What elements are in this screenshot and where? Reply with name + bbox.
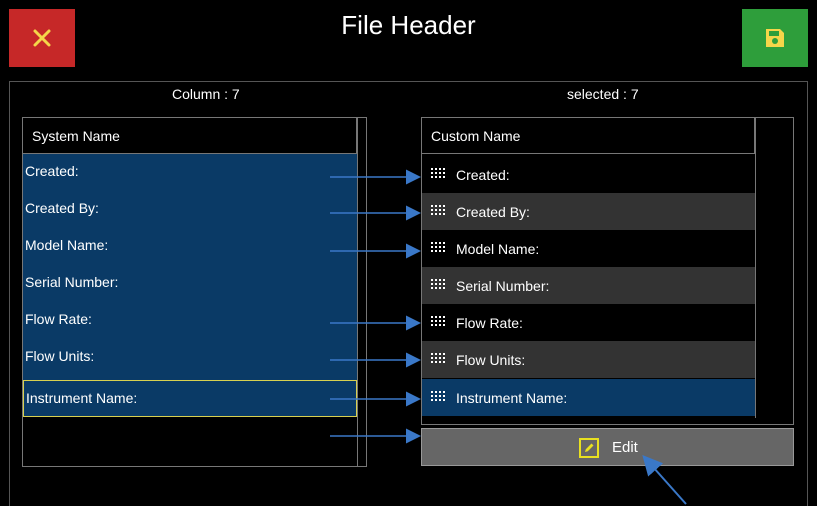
pointer-arrow (642, 455, 687, 505)
annotation-arrows (330, 169, 687, 505)
screen: File Header Column : 7 selected : 7 Syst… (0, 0, 817, 506)
